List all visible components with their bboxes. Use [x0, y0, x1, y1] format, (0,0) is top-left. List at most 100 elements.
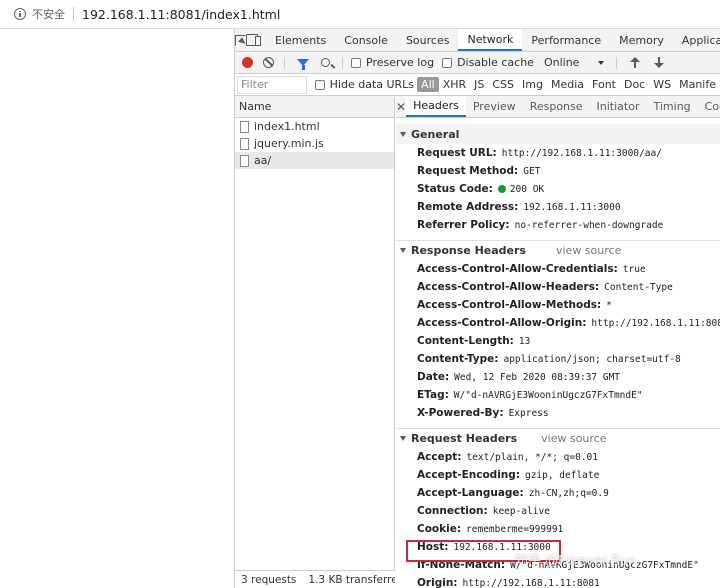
filter-doc[interactable]: Doc: [620, 77, 649, 92]
record-icon[interactable]: [242, 57, 253, 68]
filter-xhr[interactable]: XHR: [439, 77, 470, 92]
tab-headers[interactable]: Headers: [406, 96, 466, 117]
inspect-icon: [235, 34, 246, 46]
devtools-tabbar: Elements Console Sources Network Perform…: [235, 29, 720, 52]
hide-data-urls-checkbox[interactable]: Hide data URLs: [314, 78, 415, 91]
detail-tabbar: ✕ Headers Preview Response Initiator Tim…: [396, 96, 720, 118]
header-key: Request URL:: [417, 147, 497, 159]
tab-response[interactable]: Response: [523, 96, 590, 117]
toolbar-divider: [342, 56, 343, 69]
section-title: General: [411, 127, 460, 141]
header-row: Referrer Policy: no-referrer-when-downgra…: [396, 216, 720, 234]
filter-font[interactable]: Font: [588, 77, 620, 92]
header-key: Content-Length:: [417, 335, 514, 347]
tab-initiator[interactable]: Initiator: [590, 96, 647, 117]
tab-elements[interactable]: Elements: [266, 29, 335, 51]
preserve-log-checkbox[interactable]: Preserve log: [351, 56, 434, 69]
header-value: GET: [523, 165, 541, 177]
status-bar: 3 requests 1.3 KB transferred: [235, 570, 395, 588]
filter-manifest[interactable]: Manife: [675, 77, 720, 92]
security-label: 不安全: [32, 8, 65, 21]
request-headers-section-header[interactable]: Request Headers view source: [396, 428, 720, 448]
tab-preview[interactable]: Preview: [466, 96, 523, 117]
request-list: Name index1.html jquery.min.js aa/ 3 req…: [235, 96, 395, 588]
close-icon[interactable]: ✕: [396, 96, 406, 117]
throttling-select[interactable]: Online: [544, 56, 604, 69]
header-key: ETag:: [417, 389, 449, 401]
header-key: Content-Type:: [417, 353, 499, 365]
search-icon[interactable]: [321, 58, 330, 67]
header-row: Date: Wed, 12 Feb 2020 08:39:37 GMT: [396, 368, 720, 386]
header-key: Date:: [417, 371, 450, 383]
disable-cache-checkbox[interactable]: Disable cache: [442, 56, 534, 69]
checkbox-box[interactable]: [314, 79, 325, 90]
request-row[interactable]: index1.html: [235, 118, 394, 135]
header-row: Access-Control-Allow-Credentials: true: [396, 260, 720, 278]
tab-performance[interactable]: Performance: [522, 29, 610, 51]
request-detail-pane: ✕ Headers Preview Response Initiator Tim…: [396, 96, 720, 588]
request-row[interactable]: jquery.min.js: [235, 135, 394, 152]
network-toolbar: Preserve log Disable cache Online: [235, 52, 720, 74]
import-har-icon[interactable]: [629, 56, 641, 69]
status-ok-icon: [497, 185, 506, 193]
info-icon[interactable]: [14, 8, 26, 20]
header-row: Status Code: 200 OK: [396, 180, 720, 198]
hide-data-urls-label: Hide data URLs: [329, 78, 415, 91]
section-title: Request Headers: [411, 432, 518, 445]
tab-console[interactable]: Console: [335, 29, 397, 51]
header-value: zh-CN,zh;q=0.9: [528, 487, 609, 499]
expand-triangle-icon: [400, 131, 406, 137]
tab-cookies[interactable]: Cookies: [698, 96, 720, 117]
tab-application[interactable]: Application: [673, 29, 720, 51]
inspect-element-button[interactable]: [235, 29, 246, 51]
export-har-icon[interactable]: [653, 56, 665, 69]
device-toolbar-button[interactable]: [246, 29, 261, 51]
filter-media[interactable]: Media: [547, 77, 588, 92]
clear-icon[interactable]: [263, 57, 274, 68]
filter-bar: Filter Hide data URLs All XHR JS CSS Img…: [235, 74, 720, 96]
request-row-selected[interactable]: aa/: [235, 152, 394, 169]
address-bar[interactable]: 不安全 192.168.1.11:8081/index1.html: [0, 0, 720, 29]
header-key: Access-Control-Allow-Origin:: [417, 317, 587, 329]
filter-icon[interactable]: [297, 59, 309, 70]
tab-memory[interactable]: Memory: [610, 29, 673, 51]
filter-input[interactable]: Filter: [237, 75, 307, 94]
tab-network[interactable]: Network: [458, 29, 523, 51]
url-text[interactable]: 192.168.1.11:8081/index1.html: [82, 7, 280, 22]
tab-timing[interactable]: Timing: [646, 96, 697, 117]
cookie-header-row: Cookie: rememberme=999991: [396, 520, 720, 538]
header-value: *: [606, 299, 612, 311]
preserve-log-label: Preserve log: [366, 56, 435, 69]
general-section-header[interactable]: General: [396, 124, 720, 144]
header-row: Accept-Language: zh-CN,zh;q=0.9: [396, 484, 720, 502]
checkbox-box[interactable]: [442, 57, 453, 68]
file-icon: [240, 154, 249, 167]
filter-all[interactable]: All: [417, 77, 439, 92]
response-headers-section-header[interactable]: Response Headers view source: [396, 240, 720, 260]
header-value: no-referrer-when-downgrade: [514, 219, 664, 231]
filter-css[interactable]: CSS: [488, 77, 518, 92]
tab-sources[interactable]: Sources: [397, 29, 459, 51]
header-row: Connection: keep-alive: [396, 502, 720, 520]
header-row: Content-Length: 13: [396, 332, 720, 350]
request-name: jquery.min.js: [254, 137, 324, 150]
header-key: Remote Address:: [417, 201, 519, 213]
checkbox-box[interactable]: [351, 57, 361, 68]
header-value: true: [622, 263, 646, 275]
header-key: Status Code:: [417, 183, 493, 195]
header-row: Accept: text/plain, */*; q=0.01: [396, 448, 720, 466]
view-source-link[interactable]: view source: [556, 244, 621, 257]
header-value: 200 OK: [509, 183, 545, 195]
header-value: 192.168.1.11:3000: [523, 201, 621, 213]
filter-img[interactable]: Img: [518, 77, 547, 92]
header-key: Accept-Encoding:: [417, 469, 520, 481]
header-value: keep-alive: [492, 505, 550, 517]
header-value: Content-Type: [604, 281, 673, 293]
name-column-header[interactable]: Name: [235, 96, 394, 118]
address-divider: [73, 7, 74, 21]
view-source-link[interactable]: view source: [541, 432, 606, 445]
header-key: Cookie:: [417, 523, 462, 535]
filter-js[interactable]: JS: [470, 77, 488, 92]
filter-ws[interactable]: WS: [649, 77, 675, 92]
header-value: gzip, deflate: [524, 469, 600, 481]
